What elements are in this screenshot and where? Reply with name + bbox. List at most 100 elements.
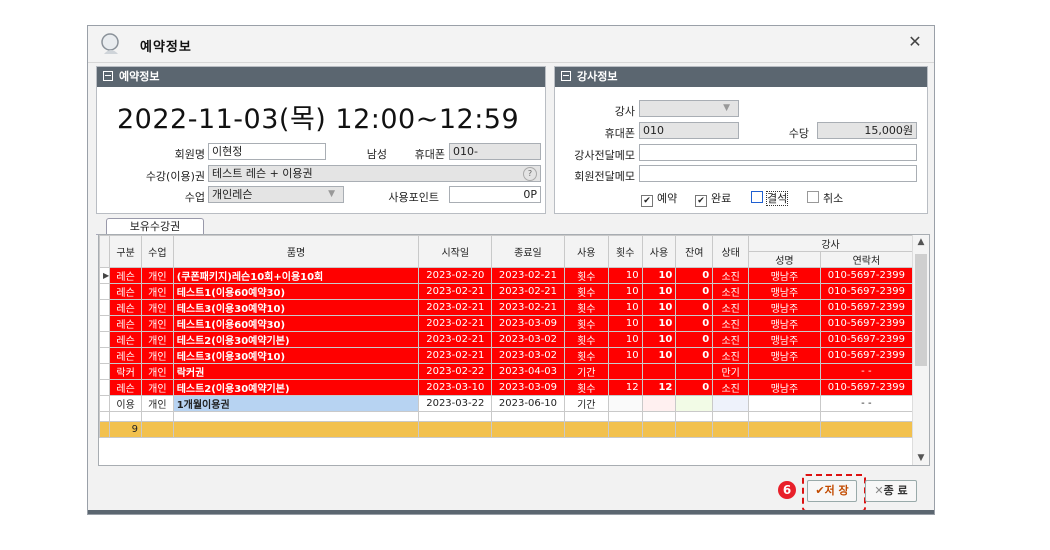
vertical-scrollbar[interactable]: ▲ ▼ [912,235,929,465]
scroll-thumb[interactable] [915,254,927,366]
cell-phone[interactable]: - - [819,395,914,412]
table-row[interactable]: 락커 개인 락커권 2023-02-22 2023-04-03 기간 만기 - - [99,363,914,380]
cell-inst[interactable]: 맹남주 [748,379,821,396]
cell-class[interactable]: 개인 [140,363,174,380]
cell-use[interactable]: 횟수 [563,299,609,316]
row-indicator[interactable] [99,347,111,364]
instructor-phone-field[interactable]: 010 [639,122,739,139]
cell-inst[interactable]: 맹남주 [748,299,821,316]
cell-name[interactable]: 테스트3(이용30예약10) [172,347,420,364]
cell-inst[interactable]: 맹남주 [748,331,821,348]
cell-inst[interactable] [748,395,821,412]
cell-start[interactable]: 2023-02-22 [418,363,493,380]
cell-count[interactable]: 12 [607,379,643,396]
phone-field[interactable]: 010- [449,143,541,160]
cell-name[interactable]: 락커권 [172,363,420,380]
cell-kind[interactable]: 락커 [109,363,142,380]
instructor-memo-field[interactable] [639,144,917,161]
status-cancel-checkbox[interactable]: 취소 [807,190,843,206]
cell-start[interactable]: 2023-03-10 [418,379,493,396]
cell-name[interactable]: 테스트1(이용60예약30) [172,315,420,332]
cell-used[interactable] [641,395,677,412]
cell-class[interactable]: 개인 [140,283,174,300]
cell-count[interactable]: 10 [607,283,643,300]
cell-remain[interactable]: 0 [675,347,714,364]
cell-state[interactable]: 소진 [712,347,750,364]
cell-inst[interactable]: 맹남주 [748,283,821,300]
table-row[interactable]: 레슨 개인 테스트3(이용30예약10) 2023-02-21 2023-02-21 횟수… [99,299,914,316]
cell-remain[interactable]: 0 [675,331,714,348]
col-class-header[interactable]: 수업 [140,235,174,268]
col-kind-header[interactable]: 구분 [109,235,142,268]
close-button[interactable]: ✕종 료 [865,480,917,502]
cell-count[interactable]: 10 [607,315,643,332]
cell-class[interactable]: 개인 [140,331,174,348]
row-indicator[interactable] [99,331,111,348]
instructor-select[interactable]: ▼ [639,100,739,117]
cell-count[interactable]: 10 [607,347,643,364]
col-instructor-header[interactable]: 강사 [748,235,913,252]
cell-start[interactable]: 2023-02-21 [418,283,493,300]
fee-field[interactable]: 15,000원 [817,122,917,139]
cell-start[interactable]: 2023-02-20 [418,267,493,284]
cell-use[interactable]: 횟수 [563,347,609,364]
cell-inst[interactable]: 맹남주 [748,315,821,332]
member-memo-field[interactable] [639,165,917,182]
points-field[interactable]: 0P [449,186,541,203]
cell-count[interactable]: 10 [607,331,643,348]
cell-kind[interactable]: 레슨 [109,331,142,348]
row-indicator[interactable] [99,283,111,300]
col-start-header[interactable]: 시작일 [418,235,493,268]
row-indicator[interactable]: ▶ [99,267,111,284]
table-row[interactable]: 레슨 개인 테스트3(이용30예약10) 2023-02-21 2023-03-02 횟수… [99,347,914,364]
cell-inst[interactable] [748,363,821,380]
cell-phone[interactable]: 010-5697-2399 [819,379,914,396]
cell-inst[interactable]: 맹남주 [748,347,821,364]
cell-phone[interactable]: 010-5697-2399 [819,267,914,284]
cell-remain[interactable]: 0 [675,267,714,284]
cell-count[interactable] [607,395,643,412]
cell-kind[interactable]: 이용 [109,395,142,412]
cell-end[interactable]: 2023-03-09 [491,379,565,396]
col-count-header[interactable]: 횟수 [607,235,643,268]
table-row[interactable]: 레슨 개인 테스트1(이용60예약30) 2023-02-21 2023-02-21 횟수… [99,283,914,300]
cell-end[interactable]: 2023-03-02 [491,347,565,364]
cell-used[interactable]: 10 [641,347,677,364]
cell-class[interactable]: 개인 [140,379,174,396]
cell-start[interactable]: 2023-02-21 [418,315,493,332]
cell-phone[interactable]: 010-5697-2399 [819,331,914,348]
scroll-up-icon[interactable]: ▲ [913,237,929,247]
cell-start[interactable]: 2023-02-21 [418,299,493,316]
cell-used[interactable] [641,363,677,380]
cell-remain[interactable]: 0 [675,283,714,300]
cell-kind[interactable]: 레슨 [109,283,142,300]
row-indicator[interactable] [99,379,111,396]
cell-kind[interactable]: 레슨 [109,315,142,332]
row-indicator[interactable] [99,363,111,380]
cell-count[interactable]: 10 [607,299,643,316]
tab-passes[interactable]: 보유수강권 [106,218,204,235]
cell-state[interactable]: 소진 [712,315,750,332]
row-indicator[interactable] [99,299,111,316]
cell-class[interactable]: 개인 [140,315,174,332]
cell-end[interactable]: 2023-06-10 [491,395,565,412]
col-remain-header[interactable]: 잔여 [675,235,714,268]
table-row[interactable]: 레슨 개인 테스트2(이용30예약기본) 2023-02-21 2023-03-02 횟수… [99,331,914,348]
cell-state[interactable] [712,395,750,412]
row-indicator[interactable] [99,395,111,412]
cell-class[interactable]: 개인 [140,299,174,316]
member-field[interactable]: 이현정 [208,143,326,160]
cell-use[interactable]: 횟수 [563,331,609,348]
cell-use[interactable]: 횟수 [563,267,609,284]
cell-start[interactable]: 2023-02-21 [418,347,493,364]
col-inst-phone-header[interactable]: 연락처 [819,251,914,268]
cell-remain[interactable]: 0 [675,299,714,316]
cell-state[interactable]: 소진 [712,267,750,284]
col-end-header[interactable]: 종료일 [491,235,565,268]
status-done-checkbox[interactable]: ✔ 완료 [695,190,731,207]
cell-name[interactable]: (쿠폰패키지)레슨10회+이용10회 [172,267,420,284]
col-state-header[interactable]: 상태 [712,235,750,268]
cell-remain[interactable] [675,363,714,380]
col-inst-name-header[interactable]: 성명 [748,251,821,268]
col-used-header[interactable]: 사용 [641,235,677,268]
